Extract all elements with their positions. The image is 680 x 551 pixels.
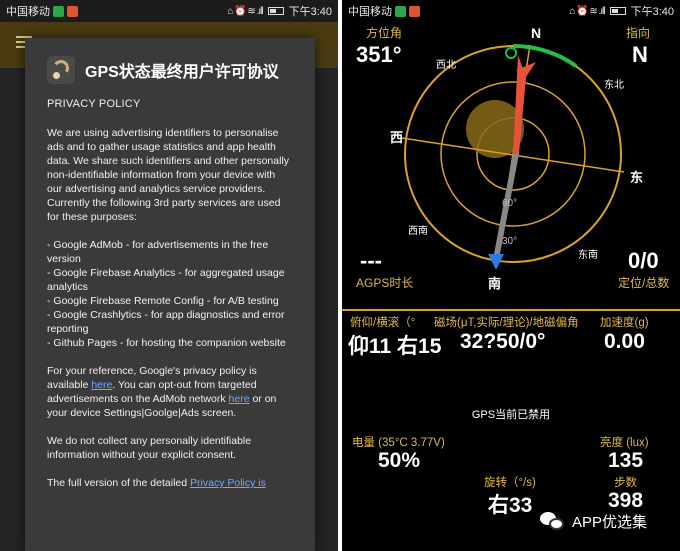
- watermark-text: APP优选集: [572, 513, 648, 531]
- status-icons: ⌂ ⏰ ≋ .ıll: [227, 5, 263, 17]
- acceleration-value: 0.00: [604, 330, 645, 353]
- screenshot-root: 中国移动 ⌂ ⏰ ≋ .ıll 下午3:40 GPS状态最终用户许可协议 PRI…: [0, 0, 680, 551]
- wechat-icon: [540, 510, 566, 532]
- section-divider: [342, 309, 680, 311]
- azimuth-value: 351°: [356, 42, 402, 67]
- heading-value: N: [632, 42, 648, 67]
- tilt-value: 仰11 右15: [348, 335, 442, 358]
- gps-status-app-icon: [47, 56, 75, 84]
- policy-paragraph: We are using advertising identifiers to …: [47, 127, 290, 223]
- magnetic-field-label: 磁场(μT,实际/理论)/地磁偏角: [434, 317, 579, 329]
- privacy-policy-link[interactable]: Privacy Policy is: [190, 477, 266, 489]
- agps-label: AGPS时长: [356, 276, 414, 290]
- admob-optout-link[interactable]: here: [229, 393, 250, 405]
- dir-north: N: [531, 25, 541, 41]
- tilt-label: 俯仰/横滚（°: [350, 317, 416, 329]
- status-bar: 中国移动 ⌂ ⏰ ≋ .ıll 下午3:40: [0, 0, 338, 22]
- list-item: - Google AdMob - for advertisements in t…: [47, 239, 269, 265]
- heading-label: 指向: [626, 26, 651, 40]
- clock: 下午3:40: [630, 6, 674, 18]
- dir-west: 西: [390, 130, 403, 145]
- battery-value: 50%: [378, 449, 421, 472]
- dir-south: 南: [488, 276, 501, 291]
- dir-northeast: 东北: [604, 78, 624, 91]
- dir-southeast: 东南: [578, 248, 598, 261]
- heading-arc: [512, 43, 578, 68]
- carrier-label: 中国移动: [6, 6, 50, 18]
- dir-northwest: 西北: [436, 59, 456, 71]
- consent-paragraph: We do not collect any personally identif…: [47, 435, 252, 461]
- clock: 下午3:40: [288, 6, 332, 18]
- agps-value: ---: [360, 248, 382, 273]
- carrier-label: 中国移动: [348, 6, 392, 18]
- steps-label: 步数: [614, 477, 637, 489]
- ring-label-30: 30°: [502, 236, 517, 247]
- list-item: - Github Pages - for hosting the compani…: [47, 337, 286, 349]
- battery-label: 电量 (35°C 3.77V): [352, 437, 445, 449]
- battery-icon: [609, 7, 626, 15]
- rotation-label: 旋转（°/s): [484, 477, 536, 489]
- gps-disabled-status: GPS当前已禁用: [471, 409, 551, 421]
- status-icons: ⌂ ⏰ ≋ .ıll: [569, 5, 605, 17]
- list-item: - Google Firebase Analytics - for aggreg…: [47, 267, 285, 293]
- watermark: APP优选集: [540, 510, 647, 532]
- rotation-value: 右33: [488, 494, 533, 517]
- ring-label-60: 60°: [502, 198, 517, 209]
- dir-east: 东: [630, 170, 643, 185]
- google-privacy-link[interactable]: here: [91, 379, 112, 391]
- left-phone-screen: 中国移动 ⌂ ⏰ ≋ .ıll 下午3:40 GPS状态最终用户许可协议 PRI…: [0, 0, 338, 551]
- policy-heading: PRIVACY POLICY: [47, 98, 141, 110]
- notification-icon: [53, 5, 64, 17]
- status-bar: 中国移动 ⌂ ⏰ ≋ .ıll 下午3:40: [342, 0, 680, 22]
- battery-icon: [267, 7, 284, 15]
- magnetic-field-value: 32?50/0°: [460, 330, 546, 353]
- list-item: - Google Crashlytics - for app diagnosti…: [47, 309, 285, 335]
- text-segment: The full version of the detailed: [47, 477, 191, 489]
- notification-icon: [409, 5, 420, 17]
- right-phone-screen: 中国移动 ⌂ ⏰ ≋ .ıll 下午3:40 N 西北 东北 西 东 西南 东南…: [342, 0, 680, 551]
- notification-icon: [67, 5, 78, 17]
- brightness-label: 亮度 (lux): [600, 437, 649, 449]
- dialog-title: GPS状态最终用户许可协议: [85, 64, 279, 81]
- sun-marker-icon: [505, 47, 517, 59]
- acceleration-label: 加速度(g): [600, 317, 649, 329]
- satellite-fix-value: 0/0: [628, 248, 659, 273]
- notification-icon: [395, 5, 406, 17]
- full-policy-paragraph: The full version of the detailed Privacy…: [47, 476, 293, 490]
- brightness-value: 135: [608, 449, 644, 472]
- list-item: - Google Firebase Remote Config - for A/…: [47, 295, 279, 307]
- reference-paragraph: For your reference, Google's privacy pol…: [47, 364, 293, 420]
- azimuth-label: 方位角: [366, 26, 403, 40]
- service-list: - Google AdMob - for advertisements in t…: [47, 238, 293, 350]
- eula-dialog: GPS状态最终用户许可协议 PRIVACY POLICY We are usin…: [25, 38, 315, 551]
- satellite-fix-label: 定位/总数: [618, 276, 670, 290]
- dir-southwest: 西南: [408, 224, 428, 237]
